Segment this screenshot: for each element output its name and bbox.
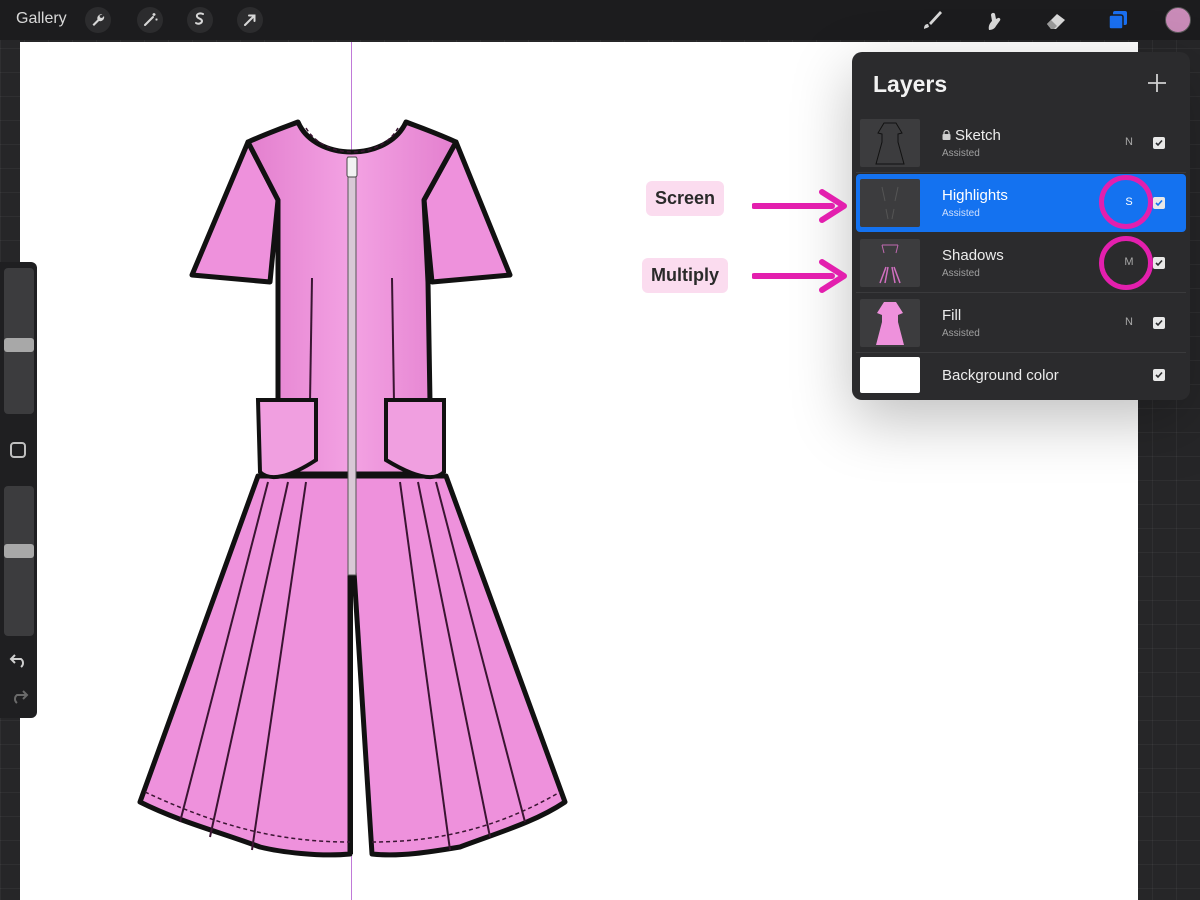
wrench-icon[interactable] [84,6,112,34]
layer-subtitle: Assisted [942,208,980,219]
layer-thumbnail [860,179,920,227]
layer-row-background-color[interactable]: Background color [856,354,1186,396]
layer-name: Sketch [942,127,1001,144]
plus-icon[interactable] [1144,70,1170,96]
layer-subtitle: Assisted [942,148,980,159]
opacity-slider[interactable] [4,486,34,636]
top-toolbar: Gallery [0,0,1200,40]
layer-thumbnail [860,299,920,347]
screen-arrow [752,189,847,223]
layer-name: Highlights [942,187,1008,204]
layer-name: Background color [942,367,1059,384]
magic-wand-icon[interactable] [136,6,164,34]
smudge-icon[interactable] [980,6,1008,34]
visibility-checkbox[interactable] [1153,317,1165,329]
selection-icon[interactable] [186,6,214,34]
visibility-checkbox[interactable] [1153,137,1165,149]
modify-button[interactable] [10,442,26,458]
layer-row-sketch[interactable]: Sketch Assisted N [856,114,1186,173]
visibility-checkbox[interactable] [1153,257,1165,269]
layers-panel: Layers Sketch Assisted N Highlights Assi… [852,52,1190,400]
gallery-button[interactable]: Gallery [16,10,67,28]
brush-size-slider[interactable] [4,268,34,414]
layer-row-fill[interactable]: Fill Assisted N [856,294,1186,353]
multiply-blend-highlight-circle [1099,236,1153,290]
layer-name: Shadows [942,247,1004,264]
visibility-checkbox[interactable] [1153,197,1165,209]
blend-mode-button[interactable]: N [1122,136,1136,148]
layer-subtitle: Assisted [942,328,980,339]
layer-name-text: Sketch [955,127,1001,144]
multiply-annotation-label: Multiply [642,258,728,293]
undo-icon[interactable] [8,648,30,670]
brush-icon[interactable] [918,6,946,34]
eraser-icon[interactable] [1042,6,1070,34]
layer-thumbnail [860,239,920,287]
layers-icon[interactable] [1104,6,1132,34]
screen-blend-highlight-circle [1099,175,1153,229]
current-color-swatch[interactable] [1165,7,1191,33]
opacity-handle[interactable] [4,544,34,558]
blend-mode-button[interactable]: N [1122,316,1136,328]
brush-size-handle[interactable] [4,338,34,352]
background-color-swatch [860,357,920,393]
multiply-arrow [752,259,847,293]
redo-icon[interactable] [8,684,30,706]
layers-title: Layers [873,71,948,97]
lock-icon [942,130,951,140]
layer-name: Fill [942,307,962,324]
screen-annotation-label: Screen [646,181,725,216]
left-sidebar [0,262,37,718]
visibility-checkbox[interactable] [1153,369,1165,381]
layer-subtitle: Assisted [942,268,980,279]
layer-thumbnail [860,119,920,167]
transform-icon[interactable] [236,6,264,34]
